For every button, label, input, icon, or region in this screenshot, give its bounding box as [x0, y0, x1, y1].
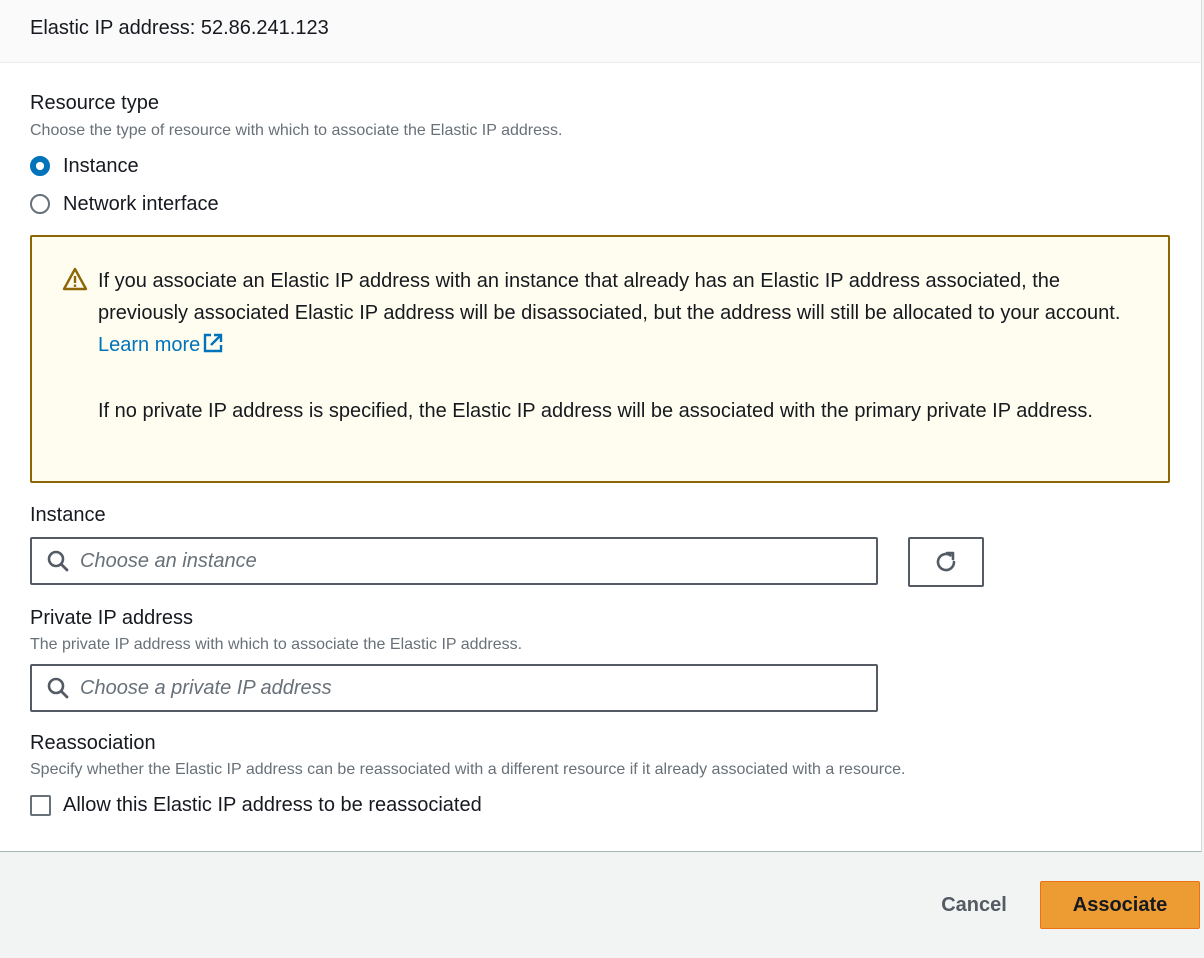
refresh-button[interactable] — [908, 537, 984, 587]
learn-more-label: Learn more — [98, 334, 201, 356]
alert-text-1: If you associate an Elastic IP address w… — [98, 270, 1121, 324]
radio-button-network-interface[interactable] — [30, 194, 50, 214]
reassociation-description: Specify whether the Elastic IP address c… — [30, 761, 906, 778]
page-title: Elastic IP address: 52.86.241.123 — [30, 17, 329, 39]
reassociation-checkbox[interactable] — [30, 794, 51, 816]
private-ip-description: The private IP address with which to ass… — [30, 636, 523, 653]
resource-type-label: Resource type — [30, 92, 159, 114]
warning-alert: If you associate an Elastic IP address w… — [30, 235, 1170, 483]
learn-more-link[interactable]: Learn more — [98, 333, 224, 356]
external-link-icon — [204, 333, 223, 353]
instance-search-input[interactable] — [80, 549, 876, 573]
reassociation-checkbox-label: Allow this Elastic IP address to be reas… — [63, 793, 482, 816]
associate-elastic-ip-panel: Elastic IP address: 52.86.241.123 Resour… — [0, 0, 1202, 852]
resource-type-description: Choose the type of resource with which t… — [30, 122, 563, 139]
associate-button[interactable]: Associate — [1040, 881, 1200, 929]
alert-paragraph-1: If you associate an Elastic IP address w… — [98, 265, 1138, 361]
private-ip-select[interactable] — [30, 664, 878, 712]
reassociation-checkbox-row[interactable]: Allow this Elastic IP address to be reas… — [30, 792, 482, 818]
radio-option-network-interface[interactable]: Network interface — [30, 192, 219, 216]
private-ip-label: Private IP address — [30, 607, 194, 629]
instance-select[interactable] — [30, 537, 878, 585]
radio-label-instance: Instance — [63, 154, 139, 177]
radio-button-instance[interactable] — [30, 156, 50, 176]
alert-message: If you associate an Elastic IP address w… — [98, 265, 1138, 427]
radio-option-instance[interactable]: Instance — [30, 154, 139, 178]
reassociation-label: Reassociation — [30, 732, 156, 754]
refresh-icon — [936, 551, 956, 572]
alert-paragraph-2: If no private IP address is specified, t… — [98, 400, 1093, 422]
radio-label-network-interface: Network interface — [63, 192, 219, 215]
panel-header: Elastic IP address: 52.86.241.123 — [0, 0, 1201, 63]
cancel-button[interactable]: Cancel — [920, 881, 1028, 929]
search-icon — [47, 550, 69, 572]
private-ip-search-input[interactable] — [80, 676, 876, 700]
search-icon — [47, 677, 69, 699]
instance-label: Instance — [30, 504, 106, 526]
warning-icon — [62, 267, 88, 291]
